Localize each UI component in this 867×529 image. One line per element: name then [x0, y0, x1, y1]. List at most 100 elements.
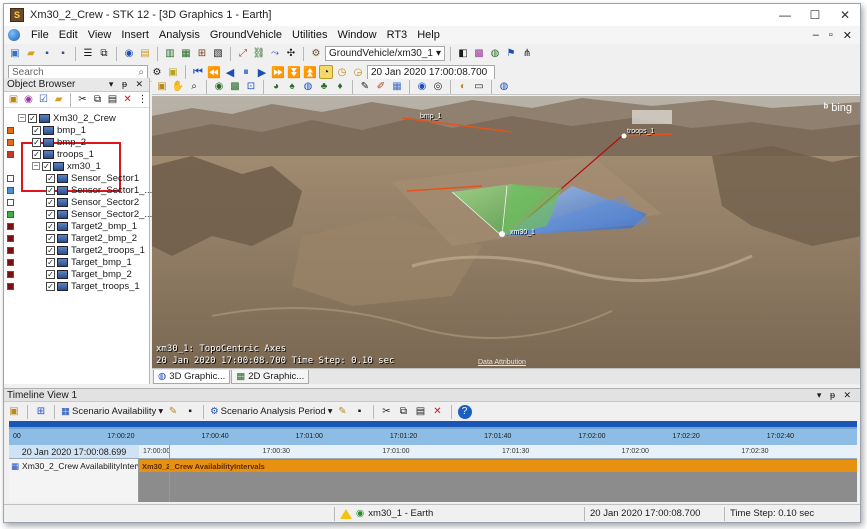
- terrain-icon[interactable]: ♦: [333, 80, 347, 94]
- checkbox-icon[interactable]: ☑: [37, 93, 50, 107]
- visibility-checkbox[interactable]: ✓: [46, 257, 55, 267]
- data-icon[interactable]: ▩: [472, 47, 486, 61]
- annotation-icon[interactable]: ▦: [390, 80, 404, 94]
- timeline-zoom-icon[interactable]: ⊞: [34, 405, 48, 419]
- earth-icon[interactable]: ◍: [497, 80, 511, 94]
- save-interval-icon[interactable]: ▪: [183, 405, 197, 419]
- color-swatch[interactable]: [7, 282, 14, 290]
- link-icon[interactable]: ⤢: [236, 47, 250, 61]
- tree-item[interactable]: – ✓ xm30_1: [32, 160, 101, 172]
- copy-icon[interactable]: ⧉: [91, 93, 104, 107]
- zoom-icon[interactable]: ⌕: [187, 80, 201, 94]
- color-swatch[interactable]: [7, 186, 14, 194]
- tree-item[interactable]: ✓ Target2_bmp_1: [7, 220, 137, 232]
- chain-icon[interactable]: ⛓: [252, 47, 266, 61]
- view-from-icon[interactable]: ▩: [228, 80, 242, 94]
- visibility-checkbox[interactable]: ✓: [46, 197, 55, 207]
- color-swatch[interactable]: [7, 234, 14, 242]
- edit-pencil-icon[interactable]: ✎: [336, 405, 350, 419]
- copy-icon[interactable]: ⧉: [397, 405, 411, 419]
- visibility-checkbox[interactable]: ✓: [32, 125, 41, 135]
- globe-view-icon[interactable]: ◍: [301, 80, 315, 94]
- save-period-icon[interactable]: ▪: [353, 405, 367, 419]
- camera-icon[interactable]: ◧: [456, 47, 470, 61]
- orbit-icon[interactable]: ◕: [269, 80, 283, 94]
- chart-icon[interactable]: ▦: [179, 47, 193, 61]
- menu-window[interactable]: Window: [332, 29, 381, 41]
- realtime-icon[interactable]: ◔: [319, 65, 333, 79]
- delete-icon[interactable]: ✕: [121, 93, 134, 107]
- settings-gear-icon[interactable]: ⚙: [150, 65, 164, 79]
- visibility-checkbox[interactable]: ✓: [46, 221, 55, 231]
- object-browser-controls[interactable]: ▾ ᵽ ✕: [109, 79, 149, 90]
- cut-icon[interactable]: ✂: [380, 405, 394, 419]
- timeline-current-time-cursor[interactable]: [169, 445, 170, 502]
- menu-rt3[interactable]: RT3: [382, 29, 413, 41]
- mdi-minimize-button[interactable]: –: [813, 29, 819, 42]
- home-view-icon[interactable]: ◉: [212, 80, 226, 94]
- menu-help[interactable]: Help: [412, 29, 445, 41]
- tree-item[interactable]: ✓ Sensor_Sector2: [7, 196, 139, 208]
- timeline-range-bar[interactable]: [9, 421, 857, 427]
- access-icon[interactable]: ⊞: [195, 47, 209, 61]
- globe-button-icon[interactable]: ◉: [122, 47, 136, 61]
- save-all-icon[interactable]: ▪: [56, 47, 70, 61]
- color-swatch[interactable]: [7, 222, 14, 230]
- scenario-icon[interactable]: ▣: [7, 93, 20, 107]
- visibility-checkbox[interactable]: ✓: [46, 245, 55, 255]
- menu-file[interactable]: File: [26, 29, 54, 41]
- pause-icon[interactable]: ⏸: [239, 65, 253, 79]
- open-icon[interactable]: ▰: [24, 47, 38, 61]
- visibility-checkbox[interactable]: ✓: [28, 113, 37, 123]
- timeline-row-name[interactable]: ▦ Xm30_2_Crew AvailabilityInterval: [9, 459, 139, 473]
- clock-icon[interactable]: ◷: [335, 65, 349, 79]
- object-selector-dropdown[interactable]: GroundVehicle/xm30_1 ▾: [325, 46, 445, 61]
- new-scenario-icon[interactable]: ▣: [8, 47, 22, 61]
- color-swatch[interactable]: [7, 138, 14, 146]
- visibility-checkbox[interactable]: ✓: [46, 209, 55, 219]
- pan-hand-icon[interactable]: ✋: [171, 80, 185, 94]
- visibility-checkbox[interactable]: ✓: [32, 137, 41, 147]
- color-swatch[interactable]: [7, 198, 14, 206]
- cut-icon[interactable]: ✂: [76, 93, 89, 107]
- help-icon[interactable]: ?: [457, 404, 472, 419]
- slower-icon[interactable]: ⏬: [287, 65, 301, 79]
- tree-expander-icon[interactable]: –: [32, 162, 40, 170]
- x-real-time-icon[interactable]: ◶: [351, 65, 365, 79]
- tree-expander-icon[interactable]: –: [18, 114, 26, 122]
- tab-2d-graphics[interactable]: ▦ 2D Graphic...: [231, 370, 310, 384]
- delete-icon[interactable]: ✕: [431, 405, 445, 419]
- tree-item[interactable]: ✓ troops_1: [7, 148, 94, 160]
- visibility-checkbox[interactable]: ✓: [46, 233, 55, 243]
- timeline-controls[interactable]: ▾ ᵽ ✕: [817, 390, 860, 401]
- properties-icon[interactable]: ▣: [155, 80, 169, 94]
- brush-icon[interactable]: ✐: [374, 80, 388, 94]
- scenario-analysis-period-dropdown[interactable]: ⚙ Scenario Analysis Period ▾: [210, 406, 332, 417]
- more-icon[interactable]: ⋮: [136, 93, 149, 107]
- maximize-button[interactable]: ☐: [800, 4, 830, 26]
- tree-item[interactable]: ✓ bmp_1: [7, 124, 86, 136]
- color-swatch[interactable]: [7, 270, 14, 278]
- map-icon[interactable]: ♠: [285, 80, 299, 94]
- snapshot-icon[interactable]: ◐: [456, 80, 470, 94]
- tree-item[interactable]: ✓ Target2_troops_1: [7, 244, 145, 256]
- reset-icon[interactable]: ▣: [166, 65, 180, 79]
- visibility-checkbox[interactable]: ✓: [46, 269, 55, 279]
- timeline-overview-track[interactable]: 00 17:00:20 17:00:40 17:01:00 17:01:20 17:01:…: [9, 421, 857, 445]
- color-swatch[interactable]: [7, 246, 14, 254]
- color-swatch[interactable]: [7, 210, 14, 218]
- menu-view[interactable]: View: [83, 29, 117, 41]
- tree-item[interactable]: ✓ Sensor_Sector2_...: [7, 208, 152, 220]
- menu-groundvehicle[interactable]: GroundVehicle: [205, 29, 287, 41]
- tree-item[interactable]: ✓ Target2_bmp_2: [7, 232, 137, 244]
- data-attribution-link[interactable]: Data Attribution: [478, 359, 526, 366]
- step-back-icon[interactable]: ⏪: [207, 65, 221, 79]
- view-icon[interactable]: ◍: [488, 47, 502, 61]
- measure-icon[interactable]: ✎: [358, 80, 372, 94]
- tree-item[interactable]: ✓ bmp_2: [7, 136, 86, 148]
- report-icon[interactable]: ▤: [138, 47, 152, 61]
- menu-insert[interactable]: Insert: [116, 29, 154, 41]
- tab-3d-graphics[interactable]: ◍ 3D Graphic...: [153, 370, 231, 384]
- video-icon[interactable]: ▭: [472, 80, 486, 94]
- menu-edit[interactable]: Edit: [54, 29, 83, 41]
